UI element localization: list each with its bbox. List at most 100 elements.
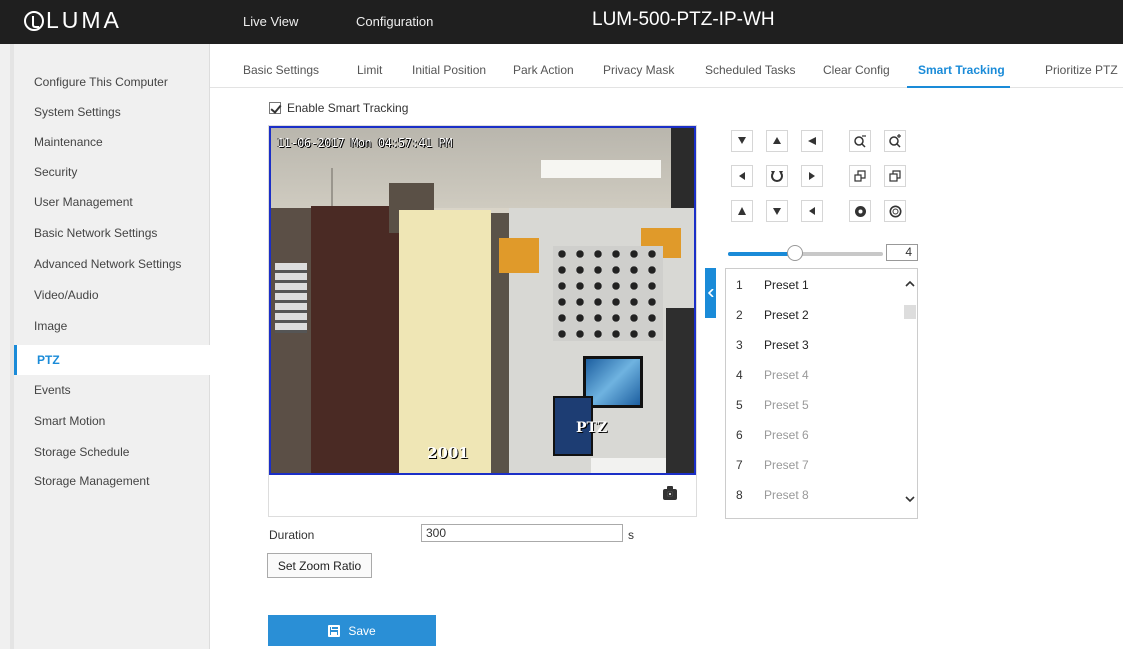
luma-logo[interactable]: LUMA: [24, 7, 122, 34]
tab-smart-tracking[interactable]: Smart Tracking: [918, 63, 1005, 77]
device-name: LUM-500-PTZ-IP-WH: [592, 9, 775, 30]
sidebar-item-video-audio[interactable]: Video/Audio: [34, 288, 99, 302]
preset-item[interactable]: 1 Preset 1: [726, 270, 902, 300]
chevron-up-icon[interactable]: [905, 279, 915, 289]
preset-name: Preset 8: [764, 488, 809, 502]
collapse-panel-button[interactable]: [705, 268, 716, 318]
focus-far-button[interactable]: [884, 165, 906, 187]
zoom-out-icon: [889, 134, 901, 148]
scene-orange-panel-left: [499, 238, 539, 273]
logo-mark-icon: [24, 10, 44, 31]
tab-privacy-mask[interactable]: Privacy Mask: [603, 63, 674, 77]
pan-up-button[interactable]: [766, 130, 788, 152]
preset-item[interactable]: 5 Preset 5: [726, 390, 902, 420]
auto-pan-button[interactable]: [766, 165, 788, 187]
sidebar-item-system-settings[interactable]: System Settings: [34, 105, 121, 119]
preset-name: Preset 2: [764, 308, 809, 322]
arrow-up-right-icon: [808, 137, 816, 145]
preset-item[interactable]: 2 Preset 2: [726, 300, 902, 330]
focus-near-button[interactable]: [849, 165, 871, 187]
pan-left-button[interactable]: [731, 165, 753, 187]
preset-number: 4: [736, 368, 743, 382]
chevron-left-icon: [707, 289, 714, 297]
ptz-speed-thumb[interactable]: [787, 245, 803, 261]
pan-down-left-button[interactable]: [731, 200, 753, 222]
enable-smart-tracking-row[interactable]: Enable Smart Tracking: [269, 101, 408, 115]
pan-up-left-button[interactable]: [731, 130, 753, 152]
sidebar-item-basic-network-settings[interactable]: Basic Network Settings: [34, 226, 157, 240]
pan-down-button[interactable]: [766, 200, 788, 222]
arrow-up-left-icon: [738, 137, 746, 144]
sidebar-item-image[interactable]: Image: [34, 319, 67, 333]
sidebar-item-events[interactable]: Events: [34, 383, 71, 397]
tab-limit[interactable]: Limit: [357, 63, 382, 77]
set-zoom-ratio-button[interactable]: Set Zoom Ratio: [267, 553, 372, 578]
duration-label: Duration: [269, 528, 315, 542]
osd-camera-name: 2001: [427, 444, 469, 462]
pan-up-right-button[interactable]: [801, 130, 823, 152]
sidebar-item-storage-management[interactable]: Storage Management: [34, 474, 149, 488]
arrow-down-right-icon: [809, 207, 815, 215]
preset-item[interactable]: 6 Preset 6: [726, 420, 902, 450]
arrow-down-left-icon: [738, 207, 746, 215]
preset-name: Preset 3: [764, 338, 809, 352]
tab-basic-settings[interactable]: Basic Settings: [243, 63, 319, 77]
duration-input[interactable]: [421, 524, 623, 542]
pan-down-right-button[interactable]: [801, 200, 823, 222]
preset-scrollbar[interactable]: [902, 269, 917, 518]
logo-text: LUMA: [46, 7, 122, 33]
iris-open-icon: [854, 205, 866, 217]
save-button[interactable]: Save: [268, 615, 436, 646]
scene-dark-door: [311, 206, 407, 473]
scene-ptz-sign: PTZ: [576, 420, 608, 436]
tab-park-action[interactable]: Park Action: [513, 63, 574, 77]
preset-number: 5: [736, 398, 743, 412]
pan-right-button[interactable]: [801, 165, 823, 187]
tab-scheduled-tasks[interactable]: Scheduled Tasks: [705, 63, 796, 77]
sidebar-item-advanced-network-settings[interactable]: Advanced Network Settings: [34, 257, 181, 271]
zoom-in-icon: [854, 135, 866, 148]
live-video[interactable]: 11-06-2017 Mon 04:57:41 PM 2001 PTZ: [269, 126, 696, 475]
scene-ceiling-line: [331, 168, 333, 208]
focus-far-icon: [889, 170, 901, 182]
sidebar-item-security[interactable]: Security: [34, 165, 77, 179]
arrow-up-icon: [773, 137, 781, 144]
preset-number: 6: [736, 428, 743, 442]
scene-ceiling-light: [541, 160, 661, 178]
preset-number: 2: [736, 308, 743, 322]
iris-open-button[interactable]: [849, 200, 871, 222]
preset-name: Preset 7: [764, 458, 809, 472]
nav-configuration[interactable]: Configuration: [356, 14, 433, 29]
zoom-in-button[interactable]: [849, 130, 871, 152]
iris-close-button[interactable]: [884, 200, 906, 222]
zoom-out-button[interactable]: [884, 130, 906, 152]
arrow-down-icon: [773, 208, 781, 215]
tab-initial-position[interactable]: Initial Position: [412, 63, 486, 77]
sidebar-item-configure-this-computer[interactable]: Configure This Computer: [34, 75, 168, 89]
sidebar-item-maintenance[interactable]: Maintenance: [34, 135, 103, 149]
preset-item[interactable]: 8 Preset 8: [726, 480, 902, 510]
scene-camera-display-wall: [553, 246, 663, 341]
preset-item[interactable]: 3 Preset 3: [726, 330, 902, 360]
ptz-speed-value[interactable]: 4: [886, 244, 918, 261]
ptz-speed-slider[interactable]: [728, 252, 883, 256]
tab-clear-config[interactable]: Clear Config: [823, 63, 890, 77]
preset-name: Preset 1: [764, 278, 809, 292]
enable-smart-tracking-checkbox[interactable]: [269, 102, 281, 114]
arrow-left-icon: [739, 172, 745, 180]
tab-prioritize-ptz[interactable]: Prioritize PTZ: [1045, 63, 1118, 77]
sidebar-item-user-management[interactable]: User Management: [34, 195, 133, 209]
preset-scroll-thumb[interactable]: [904, 305, 916, 319]
chevron-down-icon[interactable]: [905, 494, 915, 504]
nav-live-view[interactable]: Live View: [243, 14, 298, 29]
sidebar-item-storage-schedule[interactable]: Storage Schedule: [34, 445, 129, 459]
focus-near-icon: [854, 170, 866, 182]
sidebar-item-ptz[interactable]: PTZ: [14, 345, 210, 375]
scene-cream-door: [399, 210, 491, 473]
camera-icon[interactable]: [663, 486, 677, 500]
preset-number: 1: [736, 278, 743, 292]
preset-item[interactable]: 7 Preset 7: [726, 450, 902, 480]
preset-item[interactable]: 4 Preset 4: [726, 360, 902, 390]
sidebar-item-smart-motion[interactable]: Smart Motion: [34, 414, 105, 428]
save-icon: [328, 624, 341, 637]
